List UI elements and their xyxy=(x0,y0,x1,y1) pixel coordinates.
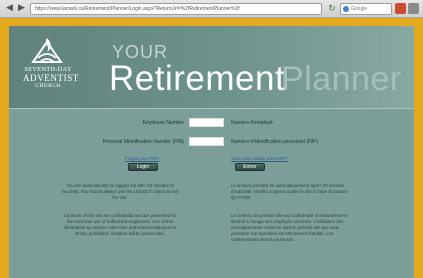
pin-label: Personal Identification Number (PIN) xyxy=(102,139,184,145)
forgot-pin-link[interactable]: Forgot your PIN? xyxy=(125,156,159,161)
logout-notice: You are automatically be logged out afte… xyxy=(61,183,179,201)
header-banner: SEVENTH-DAY ADVENTIST CHURCH YOUR Retire… xyxy=(9,26,414,108)
address-bar[interactable]: https://www.lamark.ca/Retirement/Planner… xyxy=(30,3,322,15)
logo-line-3: CHURCH xyxy=(35,83,61,89)
search-placeholder: Google xyxy=(351,6,368,12)
title-planner: Planner xyxy=(281,60,402,98)
refresh-icon[interactable]: ↻ xyxy=(326,3,338,15)
search-input[interactable]: Google xyxy=(340,3,392,15)
logo-line-1: SEVENTH-DAY xyxy=(24,66,72,73)
logout-notice-fr: Le session prendra fin automatiquement a… xyxy=(231,183,348,201)
login-panel: SEVENTH-DAY ADVENTIST CHURCH YOUR Retire… xyxy=(9,26,414,278)
google-icon xyxy=(343,6,349,12)
forward-icon[interactable]: ▶ xyxy=(16,3,27,14)
employee-number-label: Employee Number xyxy=(142,120,184,126)
login-button[interactable]: Login xyxy=(128,163,158,171)
employee-number-label-fr: Numéro d'employé xyxy=(231,120,273,126)
pin-label-fr: Numéro d'identification personnel (NIP) xyxy=(231,139,319,145)
pin-input[interactable] xyxy=(189,137,224,146)
title-retirement: Retirement xyxy=(109,59,286,98)
addon-icon[interactable] xyxy=(395,3,406,14)
browser-toolbar: ◀ ▶ https://www.lamark.ca/Retirement/Pla… xyxy=(0,0,423,18)
employee-number-input[interactable] xyxy=(189,118,224,127)
confidential-notice-fr: Le contenu du présent site est confident… xyxy=(231,213,348,243)
back-icon[interactable]: ◀ xyxy=(4,3,15,14)
forgot-pin-link-fr[interactable]: Vous avez oublié votre NIP? xyxy=(231,156,288,161)
confidential-notice: Contents of this site are confidential a… xyxy=(63,213,177,237)
church-logo-icon xyxy=(31,38,63,63)
menu-icon[interactable] xyxy=(408,3,419,14)
login-button-fr[interactable]: Entrer xyxy=(235,163,265,171)
logo-line-2: ADVENTIST xyxy=(23,73,79,83)
header-divider xyxy=(9,108,414,109)
